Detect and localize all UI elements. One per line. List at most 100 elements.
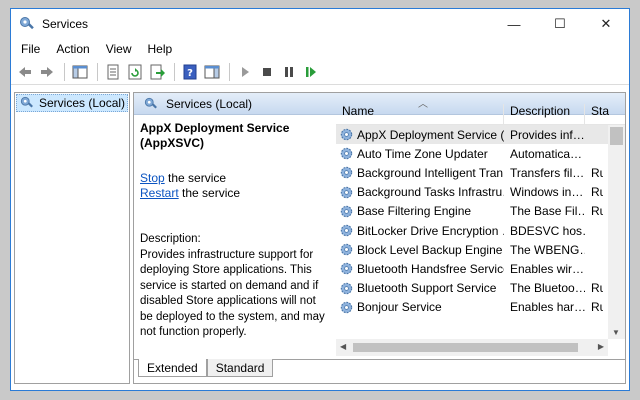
forward-arrow-icon xyxy=(41,66,53,77)
table-row[interactable]: Bluetooth Support Service The Bluetoo… Rur xyxy=(336,279,625,298)
service-name: Auto Time Zone Updater xyxy=(357,146,488,161)
pane-header-title: Services (Local) xyxy=(166,96,253,111)
properties-icon xyxy=(107,64,119,79)
table-row[interactable]: Base Filtering Engine The Base Fil… Rur xyxy=(336,202,625,221)
services-gear-icon xyxy=(20,96,33,108)
tree-item-label: Services (Local) xyxy=(39,96,126,110)
service-status-cell: Rur xyxy=(591,281,603,296)
svg-text:?: ? xyxy=(187,68,193,79)
minimize-button[interactable]: — xyxy=(491,9,537,39)
show-action-pane-button[interactable] xyxy=(202,62,222,82)
service-name-cell: Background Intelligent Tran… xyxy=(336,165,504,180)
table-row[interactable]: BitLocker Drive Encryption … BDESVC hos… xyxy=(336,221,625,240)
services-window: Services — ☐ ✕ File Action View Help ? S… xyxy=(10,8,630,391)
menu-file[interactable]: File xyxy=(13,42,48,56)
services-gear-icon xyxy=(144,97,157,109)
start-service-button[interactable] xyxy=(235,62,255,82)
service-gear-icon xyxy=(340,205,353,218)
service-description-cell: The Base Fil… xyxy=(510,204,585,219)
service-name: Background Tasks Infrastru… xyxy=(357,185,504,200)
service-gear-icon xyxy=(340,167,353,179)
service-description: Description: Provides infrastructure sup… xyxy=(140,232,328,341)
forward-button[interactable] xyxy=(37,62,57,82)
service-description-cell: Provides inf… xyxy=(510,127,585,142)
stop-suffix: the service xyxy=(164,171,227,185)
scroll-down-arrow-icon[interactable]: ▼ xyxy=(612,328,620,337)
back-button[interactable] xyxy=(15,62,35,82)
window-title: Services xyxy=(42,17,89,31)
service-gear-icon xyxy=(340,128,353,141)
pause-service-button[interactable] xyxy=(279,62,299,82)
service-name-cell: Bluetooth Handsfree Service xyxy=(336,261,504,276)
action-pane-icon xyxy=(204,65,220,78)
service-name-cell: Background Tasks Infrastru… xyxy=(336,185,504,200)
refresh-button[interactable] xyxy=(125,62,145,82)
stop-service-button[interactable] xyxy=(257,62,277,82)
menu-action[interactable]: Action xyxy=(48,42,97,56)
tree-item-services-local[interactable]: Services (Local) xyxy=(16,94,128,112)
table-row[interactable]: Auto Time Zone Updater Automatica… xyxy=(336,144,625,163)
menu-help[interactable]: Help xyxy=(140,42,181,56)
service-name: BitLocker Drive Encryption … xyxy=(357,223,504,238)
restart-service-button[interactable] xyxy=(301,62,321,82)
scroll-left-arrow-icon[interactable]: ◀ xyxy=(340,342,346,351)
tab-extended[interactable]: Extended xyxy=(138,359,207,377)
service-name-cell: Block Level Backup Engine … xyxy=(336,242,504,257)
services-gear-icon xyxy=(20,17,34,30)
menu-bar: File Action View Help xyxy=(11,39,629,59)
title-bar[interactable]: Services — ☐ ✕ xyxy=(11,9,629,39)
table-row[interactable]: Bonjour Service Enables har… Rur xyxy=(336,298,625,317)
table-row[interactable]: Bluetooth Handsfree Service Enables wir… xyxy=(336,259,625,278)
table-row[interactable]: AppX Deployment Service (… Provides inf… xyxy=(336,125,625,145)
tab-standard[interactable]: Standard xyxy=(206,359,274,377)
service-name-cell: BitLocker Drive Encryption … xyxy=(336,223,504,238)
service-name: Bluetooth Support Service xyxy=(357,281,497,296)
service-name: Background Intelligent Tran… xyxy=(357,165,504,180)
service-actions: Stop the service Restart the service xyxy=(140,171,328,201)
console-tree: Services (Local) xyxy=(14,92,130,384)
restart-service-link[interactable]: Restart xyxy=(140,186,179,200)
service-name-cell: Auto Time Zone Updater xyxy=(336,146,504,161)
service-name-cell: Bonjour Service xyxy=(336,300,504,315)
horizontal-scrollbar[interactable]: ◀ ▶ xyxy=(336,339,608,356)
view-tabs: Extended Standard xyxy=(134,359,625,383)
restart-icon xyxy=(306,66,316,77)
service-title: AppX Deployment Service (AppXSVC) xyxy=(140,121,290,150)
menu-view[interactable]: View xyxy=(98,42,140,56)
stop-icon xyxy=(263,67,271,76)
maximize-button[interactable]: ☐ xyxy=(537,9,583,39)
service-gear-icon xyxy=(340,224,353,237)
properties-button[interactable] xyxy=(103,62,123,82)
service-description-cell: Automatica… xyxy=(510,146,583,161)
stop-service-link[interactable]: Stop xyxy=(140,171,165,185)
vertical-scrollbar[interactable]: ▼ xyxy=(608,125,625,339)
close-button[interactable]: ✕ xyxy=(583,9,629,39)
service-gear-icon xyxy=(340,148,353,160)
service-name: AppX Deployment Service (… xyxy=(357,127,504,142)
service-name: Bonjour Service xyxy=(357,300,442,315)
column-header-description[interactable]: Description xyxy=(504,104,585,124)
service-description-cell: The Bluetoo… xyxy=(510,281,585,296)
service-gear-icon xyxy=(340,186,353,198)
service-rows: AppX Deployment Service (… Provides inf… A… xyxy=(336,125,625,317)
help-button[interactable]: ? xyxy=(180,62,200,82)
service-gear-icon xyxy=(340,282,353,294)
show-hide-console-tree-button[interactable] xyxy=(70,62,90,82)
scroll-right-arrow-icon[interactable]: ▶ xyxy=(598,342,604,351)
sort-ascending-icon: ︿ xyxy=(418,99,428,110)
service-status-cell: Rur xyxy=(591,185,603,200)
service-name: Bluetooth Handsfree Service xyxy=(357,261,504,276)
pause-icon xyxy=(285,66,293,77)
list-header: ︿ Name Description Sta xyxy=(336,95,625,125)
service-description-cell: Enables wir… xyxy=(510,261,585,276)
table-row[interactable]: Block Level Backup Engine … The WBENG… xyxy=(336,240,625,259)
toolbar: ? xyxy=(11,59,629,85)
service-name-cell: AppX Deployment Service (… xyxy=(336,127,504,142)
table-row[interactable]: Background Tasks Infrastru… Windows in… Ru… xyxy=(336,183,625,202)
table-row[interactable]: Background Intelligent Tran… Transfers fi… xyxy=(336,163,625,182)
column-header-status[interactable]: Sta xyxy=(585,104,615,124)
vertical-scroll-thumb[interactable] xyxy=(610,127,623,145)
service-name-cell: Bluetooth Support Service xyxy=(336,281,504,296)
export-list-button[interactable] xyxy=(147,62,167,82)
horizontal-scroll-thumb[interactable] xyxy=(353,343,578,352)
